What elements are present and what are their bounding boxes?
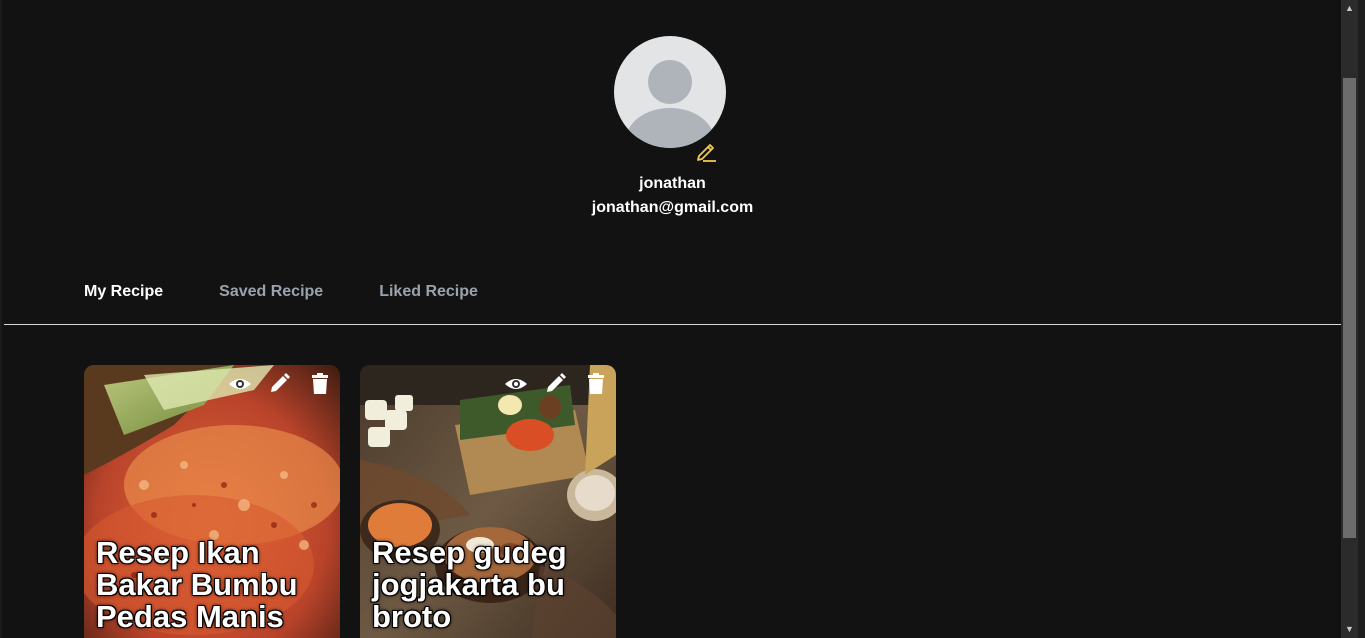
recipe-card-list: Resep Ikan Bakar Bumbu Pedas Manis Resep… bbox=[84, 365, 616, 638]
tabs-divider bbox=[4, 324, 1343, 325]
profile-email: jonathan@gmail.com bbox=[591, 199, 754, 216]
card-actions bbox=[228, 373, 332, 395]
trash-icon[interactable] bbox=[308, 373, 332, 395]
profile-username: jonathan bbox=[639, 175, 706, 192]
trash-icon[interactable] bbox=[584, 373, 608, 395]
edit-avatar-icon[interactable] bbox=[694, 138, 720, 164]
profile-page: jonathan jonathan@gmail.com My Recipe Sa… bbox=[0, 0, 1343, 638]
tab-saved-recipe[interactable]: Saved Recipe bbox=[219, 283, 323, 301]
scroll-down-arrow-icon[interactable]: ▼ bbox=[1341, 621, 1358, 638]
pencil-icon[interactable] bbox=[544, 373, 568, 395]
eye-icon[interactable] bbox=[228, 373, 252, 395]
recipe-tabs: My Recipe Saved Recipe Liked Recipe bbox=[84, 283, 534, 301]
avatar-container bbox=[614, 36, 726, 162]
recipe-card[interactable]: Resep Ikan Bakar Bumbu Pedas Manis bbox=[84, 365, 340, 638]
eye-icon[interactable] bbox=[504, 373, 528, 395]
recipe-card[interactable]: Resep gudeg jogjakarta bu broto bbox=[360, 365, 616, 638]
recipe-title: Resep Ikan Bakar Bumbu Pedas Manis bbox=[96, 535, 298, 634]
scroll-up-arrow-icon[interactable]: ▲ bbox=[1341, 0, 1358, 17]
scrollbar-thumb[interactable] bbox=[1343, 78, 1356, 538]
pencil-icon[interactable] bbox=[268, 373, 292, 395]
tab-liked-recipe[interactable]: Liked Recipe bbox=[379, 283, 478, 301]
default-user-icon bbox=[626, 60, 714, 148]
card-actions bbox=[504, 373, 608, 395]
vertical-scrollbar[interactable]: ▲ ▼ bbox=[1341, 0, 1358, 638]
recipe-title: Resep gudeg jogjakarta bu broto bbox=[372, 535, 567, 634]
tab-my-recipe[interactable]: My Recipe bbox=[84, 283, 163, 301]
avatar bbox=[614, 36, 726, 148]
window-edge bbox=[1358, 0, 1365, 638]
